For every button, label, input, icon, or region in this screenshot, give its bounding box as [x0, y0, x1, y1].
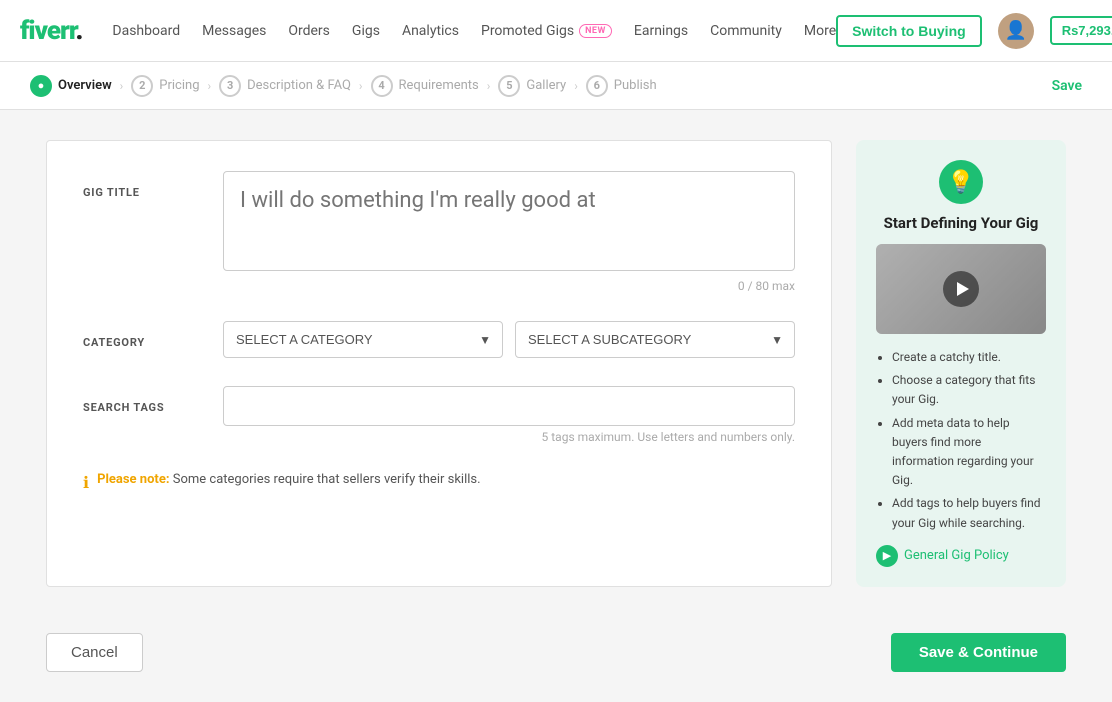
- video-thumbnail[interactable]: [876, 244, 1046, 334]
- breadcrumb-step-overview[interactable]: ● Overview: [30, 75, 112, 97]
- nav-links: Dashboard Messages Orders Gigs Analytics…: [112, 23, 836, 39]
- nav-community[interactable]: Community: [710, 23, 782, 39]
- step-num-pricing: 2: [131, 75, 153, 97]
- tip-1: Create a catchy title.: [892, 348, 1046, 367]
- main-content: GIG TITLE 0 / 80 max CATEGORY SELECT A C…: [6, 110, 1106, 617]
- category-label-col: CATEGORY: [83, 321, 223, 358]
- notice: ℹ Please note: Some categories require t…: [83, 472, 795, 492]
- breadcrumb-step-requirements[interactable]: 4 Requirements: [371, 75, 479, 97]
- gig-title-label-col: GIG TITLE: [83, 171, 223, 293]
- step-num-description: 3: [219, 75, 241, 97]
- notice-text: Please note: Some categories require tha…: [97, 472, 480, 487]
- search-tags-row: SEARCH TAGS 5 tags maximum. Use letters …: [83, 386, 795, 444]
- side-panel: 💡 Start Defining Your Gig Create a catch…: [856, 140, 1066, 587]
- policy-icon: ▶: [876, 545, 898, 567]
- play-triangle-icon: [957, 282, 969, 296]
- nav-orders[interactable]: Orders: [288, 23, 330, 39]
- step-icon-overview: ●: [30, 75, 52, 97]
- category-label: CATEGORY: [83, 336, 145, 349]
- breadcrumb-bar: ● Overview › 2 Pricing › 3 Description &…: [0, 62, 1112, 110]
- save-continue-button[interactable]: Save & Continue: [891, 633, 1066, 672]
- play-button[interactable]: [943, 271, 979, 307]
- switch-to-buying-button[interactable]: Switch to Buying: [836, 15, 982, 47]
- subcategory-select[interactable]: SELECT A SUBCATEGORY: [515, 321, 795, 358]
- new-badge: NEW: [579, 24, 612, 38]
- category-select[interactable]: SELECT A CATEGORY: [223, 321, 503, 358]
- sep-5: ›: [574, 79, 578, 93]
- nav-messages[interactable]: Messages: [202, 23, 266, 39]
- tags-hint: 5 tags maximum. Use letters and numbers …: [223, 430, 795, 444]
- tip-4: Add tags to help buyers find your Gig wh…: [892, 494, 1046, 532]
- navbar: fiverr. Dashboard Messages Orders Gigs A…: [0, 0, 1112, 62]
- step-num-publish: 6: [586, 75, 608, 97]
- nav-more[interactable]: More: [804, 23, 836, 39]
- form-panel: GIG TITLE 0 / 80 max CATEGORY SELECT A C…: [46, 140, 832, 587]
- lightbulb-icon: 💡: [939, 160, 983, 204]
- breadcrumb-step-pricing[interactable]: 2 Pricing: [131, 75, 199, 97]
- sep-4: ›: [487, 79, 491, 93]
- gig-title-label: GIG TITLE: [83, 186, 140, 199]
- search-tags-label-col: SEARCH TAGS: [83, 386, 223, 444]
- step-num-gallery: 5: [498, 75, 520, 97]
- search-tags-field-col: 5 tags maximum. Use letters and numbers …: [223, 386, 795, 444]
- category-field-col: SELECT A CATEGORY ▼ SELECT A SUBCATEGORY…: [223, 321, 795, 358]
- avatar[interactable]: 👤: [998, 13, 1034, 49]
- nav-promoted-gigs[interactable]: Promoted Gigs NEW: [481, 23, 612, 39]
- sep-1: ›: [120, 79, 124, 93]
- policy-link[interactable]: ▶ General Gig Policy: [876, 545, 1046, 567]
- search-tags-input[interactable]: [223, 386, 795, 426]
- step-num-requirements: 4: [371, 75, 393, 97]
- side-card-title: Start Defining Your Gig: [876, 214, 1046, 232]
- bottom-actions: Cancel Save & Continue: [6, 617, 1106, 702]
- sep-3: ›: [359, 79, 363, 93]
- navbar-right: Switch to Buying 👤 Rs7,293.32: [836, 13, 1112, 49]
- notice-icon: ℹ: [83, 473, 89, 492]
- brand-logo[interactable]: fiverr.: [20, 16, 82, 46]
- gig-title-input[interactable]: [223, 171, 795, 271]
- nav-earnings[interactable]: Earnings: [634, 23, 688, 39]
- breadcrumb-step-publish[interactable]: 6 Publish: [586, 75, 657, 97]
- sep-2: ›: [208, 79, 212, 93]
- side-tips: Create a catchy title. Choose a category…: [876, 348, 1046, 533]
- char-count: 0 / 80 max: [223, 279, 795, 293]
- side-card: 💡 Start Defining Your Gig Create a catch…: [856, 140, 1066, 587]
- gig-title-field-col: 0 / 80 max: [223, 171, 795, 293]
- save-link[interactable]: Save: [1052, 78, 1082, 94]
- cancel-button[interactable]: Cancel: [46, 633, 143, 672]
- breadcrumb-step-gallery[interactable]: 5 Gallery: [498, 75, 566, 97]
- category-row: CATEGORY SELECT A CATEGORY ▼ SELECT A SU…: [83, 321, 795, 358]
- breadcrumb-step-description[interactable]: 3 Description & FAQ: [219, 75, 351, 97]
- subcategory-select-wrapper: SELECT A SUBCATEGORY ▼: [515, 321, 795, 358]
- tip-2: Choose a category that fits your Gig.: [892, 371, 1046, 409]
- side-card-icon-wrap: 💡: [876, 160, 1046, 204]
- balance-button[interactable]: Rs7,293.32: [1050, 16, 1112, 45]
- nav-gigs[interactable]: Gigs: [352, 23, 380, 39]
- category-selects: SELECT A CATEGORY ▼ SELECT A SUBCATEGORY…: [223, 321, 795, 358]
- nav-analytics[interactable]: Analytics: [402, 23, 459, 39]
- nav-dashboard[interactable]: Dashboard: [112, 23, 180, 39]
- search-tags-label: SEARCH TAGS: [83, 401, 164, 414]
- category-select-wrapper: SELECT A CATEGORY ▼: [223, 321, 503, 358]
- breadcrumb-items: ● Overview › 2 Pricing › 3 Description &…: [30, 75, 1052, 97]
- tip-3: Add meta data to help buyers find more i…: [892, 414, 1046, 491]
- gig-title-row: GIG TITLE 0 / 80 max: [83, 171, 795, 293]
